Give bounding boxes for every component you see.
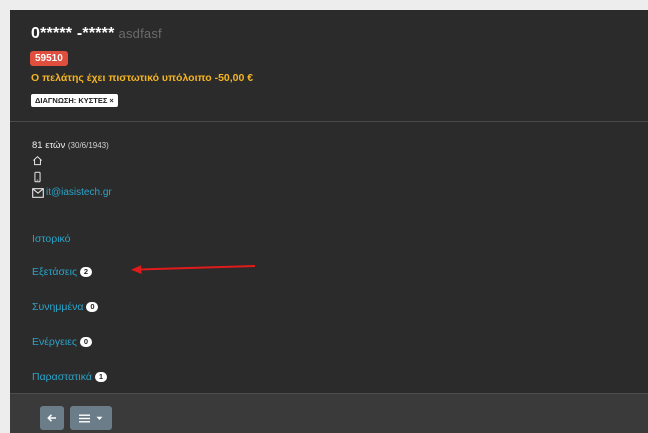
menu-dropdown-button[interactable] — [70, 406, 112, 430]
home-icon — [33, 155, 42, 166]
nav-actions-label: Ενέργειες — [32, 336, 77, 348]
patient-name: 0***** -***** — [31, 25, 115, 42]
age-line: 81 ετών (30/6/1943) — [32, 140, 112, 151]
patient-header: 0***** -***** asdfasf 59510 Ο πελάτης έχε… — [10, 10, 648, 122]
nav-attachments[interactable]: Συνημμένα 0 — [32, 301, 99, 313]
nav-history-label: Ιστορικό — [32, 233, 71, 245]
nav-attachments-label: Συνημμένα — [32, 301, 84, 313]
nav-history[interactable]: Ιστορικό — [32, 233, 71, 245]
nav-exams-count: 2 — [80, 267, 93, 277]
annotation-arrow — [131, 265, 256, 274]
patient-panel: 0***** -***** asdfasf 59510 Ο πελάτης έχε… — [10, 10, 648, 433]
patient-info: 81 ετών (30/6/1943) it@iasistech.gr — [32, 140, 112, 199]
diagnosis-tag[interactable]: ΔΙΑΓΝΩΣΗ: ΚΥΣΤΕΣ × — [31, 94, 118, 107]
nav-attachments-count: 0 — [86, 302, 99, 312]
nav-documents[interactable]: Παραστατικά 1 — [32, 371, 107, 383]
nav-documents-count: 1 — [94, 372, 107, 382]
patient-dob: (30/6/1943) — [67, 141, 109, 150]
nav-actions[interactable]: Ενέργειες 0 — [32, 336, 92, 348]
patient-code-badge: 59510 — [30, 51, 68, 66]
mail-icon — [32, 187, 44, 198]
patient-email-link[interactable]: it@iasistech.gr — [46, 187, 112, 198]
credit-message: Ο πελάτης έχει πιστωτικό υπόλοιπο -50,00… — [31, 72, 254, 84]
patient-subtitle: asdfasf — [118, 26, 162, 41]
nav-exams-label: Εξετάσεις — [32, 266, 78, 278]
caret-down-icon — [96, 416, 103, 420]
patient-name-line: 0***** -***** asdfasf — [31, 25, 162, 43]
phone-line — [32, 170, 112, 183]
nav-actions-count: 0 — [79, 337, 92, 347]
mobile-icon — [34, 171, 41, 182]
home-line — [32, 154, 112, 167]
menu-icon — [79, 414, 90, 422]
nav-exams[interactable]: Εξετάσεις 2 — [32, 266, 93, 278]
footer-toolbar — [10, 393, 648, 433]
nav-documents-label: Παραστατικά — [32, 371, 92, 383]
patient-age: 81 ετών — [32, 140, 66, 151]
back-button[interactable] — [40, 406, 64, 430]
back-arrow-icon — [47, 414, 56, 422]
email-line: it@iasistech.gr — [32, 186, 112, 199]
